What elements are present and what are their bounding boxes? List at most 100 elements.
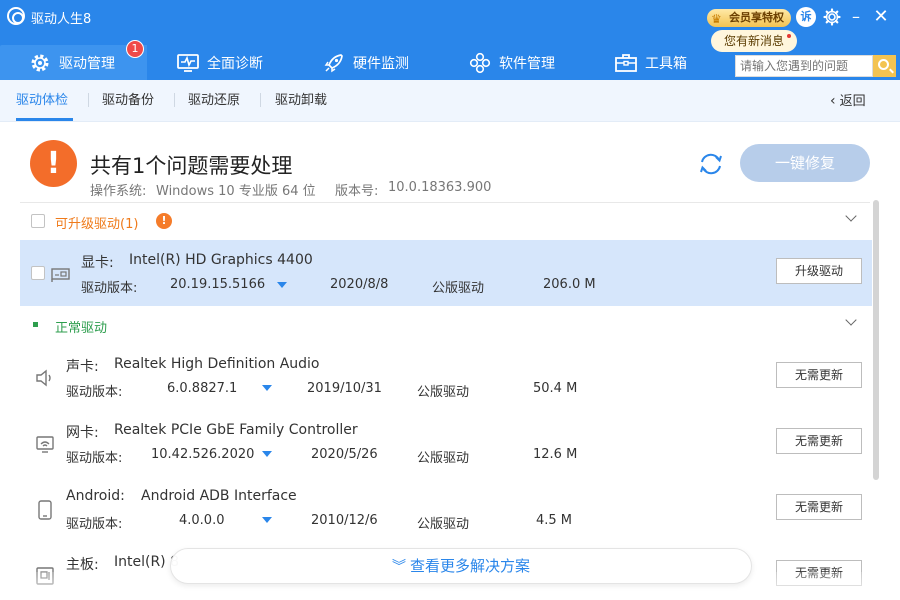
subnav-separator [260,93,261,107]
search-input[interactable] [735,55,873,77]
version-dropdown-icon[interactable] [262,385,272,391]
back-label: 返回 [839,94,866,109]
version-dropdown-icon[interactable] [262,517,272,523]
subnav-driver-backup[interactable]: 驱动备份 [102,80,154,122]
subnav-driver-restore[interactable]: 驱动还原 [188,80,240,122]
search-button[interactable] [873,55,896,77]
divider [20,202,870,203]
app-logo-icon [7,7,25,25]
feedback-chat-icon[interactable]: 诉 [796,7,816,27]
apps-flower-icon [469,52,491,74]
tab-label: 工具箱 [645,55,687,72]
row-checkbox[interactable] [31,266,45,280]
device-name: Realtek PCIe GbE Family Controller [114,422,358,438]
tab-notification-badge: 1 [126,40,144,58]
monitor-pulse-icon [177,52,199,74]
warning-icon: ! [156,213,172,229]
tab-label: 硬件监测 [353,55,409,72]
subnav-driver-uninstall[interactable]: 驱动卸载 [275,80,327,122]
no-update-button[interactable]: 无需更新 [776,362,862,388]
subnav-separator [174,93,175,107]
device-type: 声卡: [66,359,99,375]
rocket-icon [323,52,345,74]
subnav-separator [88,93,89,107]
toolbox-icon [615,52,637,74]
tab-label: 驱动管理 [59,55,115,72]
view-more-solutions-button[interactable]: ︾ 查看更多解决方案 [170,548,752,584]
unread-dot-icon [787,34,791,38]
phone-icon [34,499,56,521]
tab-label: 全面诊断 [207,55,263,72]
active-tab-underline [16,118,73,121]
new-message-tip[interactable]: 您有新消息 [711,30,797,52]
driver-date: 2010/12/6 [311,513,378,528]
driver-kind: 公版驱动 [417,517,470,532]
back-button[interactable]: ‹ 返回 [830,80,866,122]
os-value: Windows 10 专业版 64 位 [156,184,316,199]
vip-badge[interactable]: ♛ 会员享特权 [707,9,791,27]
version-dropdown-icon[interactable] [277,282,287,288]
gear-icon [29,52,51,74]
section-normal-title: 正常驱动 [55,321,108,336]
driver-version-label: 驱动版本: [66,451,123,466]
driver-version-label: 驱动版本: [81,281,138,296]
more-label: 查看更多解决方案 [409,557,530,575]
driver-size: 50.4 M [533,381,578,396]
tab-toolbox[interactable]: 工具箱 [615,45,687,80]
device-type: Android: [66,488,125,504]
network-card-icon [34,433,56,455]
close-icon[interactable]: ✕ [870,6,892,28]
driver-kind: 公版驱动 [417,385,470,400]
minimize-icon[interactable]: – [845,6,867,28]
search-icon [878,59,889,70]
device-type: 主板: [66,557,99,573]
version-value: 10.0.18363.900 [388,180,492,195]
one-click-fix-button[interactable]: 一键修复 [740,144,870,182]
tab-software-management[interactable]: 软件管理 [469,45,555,80]
graphics-card-icon [50,263,72,285]
tab-driver-management[interactable]: 驱动管理 [0,45,147,80]
crown-icon: ♛ [711,12,722,26]
table-row-graphics[interactable] [20,240,872,306]
settings-gear-icon[interactable] [821,6,843,28]
double-chevron-down-icon: ︾ [391,559,406,575]
tab-hardware-monitor[interactable]: 硬件监测 [323,45,409,80]
tab-label: 软件管理 [499,55,555,72]
no-update-button[interactable]: 无需更新 [776,494,862,520]
driver-kind: 公版驱动 [432,281,485,296]
device-name: Android ADB Interface [141,488,297,504]
chevron-down-icon[interactable] [846,212,858,224]
driver-date: 2019/10/31 [307,381,382,396]
driver-version-value: 6.0.8827.1 [167,381,238,396]
vip-label: 会员享特权 [729,11,784,24]
chevron-down-icon[interactable] [846,316,858,328]
driver-version-value: 20.19.15.5166 [170,277,266,292]
section-upgradable-title: 可升级驱动(1) [55,217,139,232]
app-header: 驱动人生8 ♛ 会员享特权 您有新消息 诉 – ✕ 驱动管理 1 全面诊断 硬件监… [0,0,900,80]
chevron-left-icon: ‹ [830,93,836,109]
driver-size: 12.6 M [533,447,578,462]
select-all-upgradable-checkbox[interactable] [31,214,45,228]
page-title: 共有1个问题需要处理 [90,154,293,178]
device-type: 网卡: [66,425,99,441]
driver-version-label: 驱动版本: [66,385,123,400]
subnav-driver-checkup[interactable]: 驱动体检 [16,80,68,122]
section-bullet-icon [33,322,38,327]
upgrade-driver-button[interactable]: 升级驱动 [776,258,862,284]
driver-version-value: 4.0.0.0 [179,513,225,528]
device-name: Realtek High Definition Audio [114,356,320,372]
device-type: 显卡: [81,255,114,271]
driver-date: 2020/8/8 [330,277,389,292]
version-dropdown-icon[interactable] [262,451,272,457]
driver-version-label: 驱动版本: [66,517,123,532]
tab-full-diagnosis[interactable]: 全面诊断 [177,45,263,80]
title-bar: 驱动人生8 ♛ 会员享特权 您有新消息 诉 – ✕ [0,0,900,52]
refresh-icon[interactable] [697,150,725,178]
new-message-label: 您有新消息 [723,34,784,48]
version-label: 版本号: [335,184,379,199]
alert-exclamation-icon: ! [30,140,77,187]
driver-size: 206.0 M [543,277,596,292]
no-update-button[interactable]: 无需更新 [776,428,862,454]
driver-kind: 公版驱动 [417,451,470,466]
list-scrollbar[interactable] [873,200,879,480]
